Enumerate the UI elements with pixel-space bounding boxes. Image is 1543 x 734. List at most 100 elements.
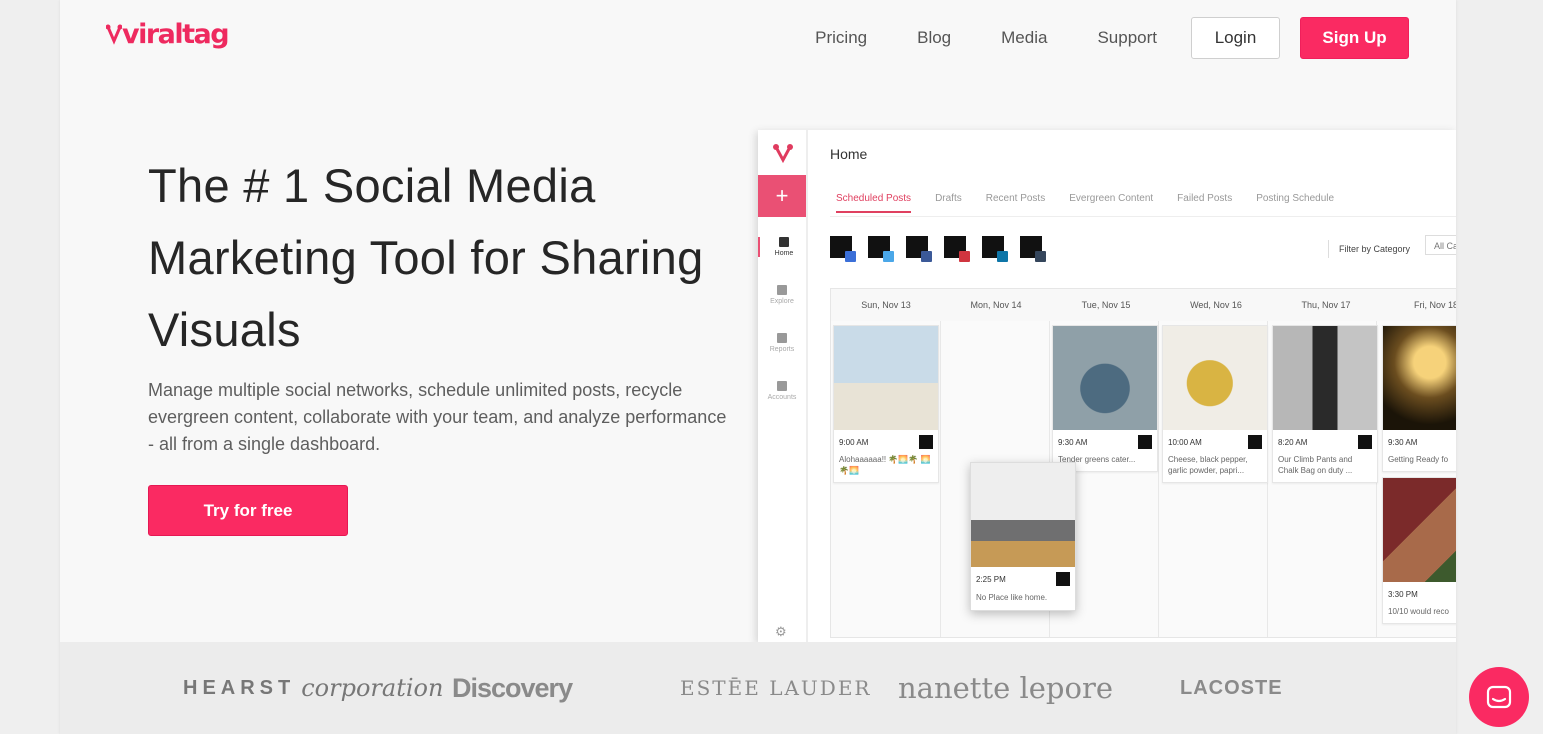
sidebar-item-explore[interactable]: Explore: [758, 285, 806, 305]
viraltag-logo[interactable]: viraltag: [106, 14, 230, 54]
hero-subtitle: Manage multiple social networks, schedul…: [148, 380, 727, 454]
pinterest-icon: [959, 251, 970, 262]
post-caption: 10/10 would reco: [1388, 607, 1449, 616]
tumblr-icon: [1035, 251, 1046, 262]
landing-page: viraltag Pricing Blog Media Support Logi…: [60, 0, 1456, 734]
post-image-van: [834, 326, 938, 430]
post-time: 9:00 AM: [839, 437, 869, 447]
day-header: Sun, Nov 13: [861, 300, 911, 310]
account-selector: [830, 236, 1058, 262]
hero-title: The # 1 Social Media Marketing Tool for …: [148, 159, 704, 356]
reports-icon: [777, 333, 787, 343]
hearst-wordmark: HEARST: [183, 676, 296, 699]
accounts-icon: [777, 381, 787, 391]
tab-posting-schedule[interactable]: Posting Schedule: [1256, 193, 1334, 213]
post-time: 2:25 PM: [976, 574, 1006, 584]
app-page-title: Home: [830, 146, 868, 162]
post-caption: Alohaaaaaa!! 🌴🌅🌴 🌅🌴🌅: [839, 455, 931, 475]
tab-scheduled-posts[interactable]: Scheduled Posts: [836, 193, 912, 213]
add-post-button[interactable]: +: [758, 175, 806, 217]
account-tumblr[interactable]: [1020, 236, 1046, 262]
sidebar-item-label: Reports: [769, 346, 795, 353]
scheduled-post-card[interactable]: 8:20 AM Our Climb Pants and Chalk Bag on…: [1272, 325, 1378, 483]
account-instagram[interactable]: [830, 236, 856, 262]
tab-evergreen-content[interactable]: Evergreen Content: [1069, 193, 1153, 213]
estee-lauder-logo: ESTĒE LAUDER: [680, 676, 872, 700]
tab-failed-posts[interactable]: Failed Posts: [1177, 193, 1232, 213]
scheduled-post-card[interactable]: 9:30 AM Tender greens cater...: [1052, 325, 1158, 472]
nanette-lepore-logo: nanette lepore: [898, 671, 1113, 705]
facebook-icon: [921, 251, 932, 262]
day-header: Fri, Nov 18: [1413, 300, 1456, 310]
tab-divider: [830, 216, 1456, 217]
chat-icon: [1486, 685, 1512, 709]
filter-label: Filter by Category: [1328, 240, 1410, 258]
scheduled-post-card[interactable]: 10:00 AM Cheese, black pepper, garlic po…: [1162, 325, 1268, 483]
twitter-icon: [883, 251, 894, 262]
calendar: Sun, Nov 13 Mon, Nov 14 Tue, Nov 15 Wed,…: [830, 288, 1456, 638]
logo-text: viraltag: [122, 18, 230, 50]
account-avatar-icon: [1138, 435, 1152, 449]
signup-button[interactable]: Sign Up: [1300, 17, 1409, 59]
linkedin-icon: [997, 251, 1008, 262]
dragged-post-card[interactable]: 2:25 PM No Place like home.: [970, 462, 1076, 611]
day-header: Mon, Nov 14: [970, 300, 1022, 310]
sidebar-item-label: Explore: [770, 298, 794, 305]
dashboard-preview: + Home Explore Reports Accounts ⚙ Home S…: [758, 130, 1456, 642]
logo-mark-icon: [106, 24, 122, 45]
lacoste-logo: LACOSTE: [1180, 676, 1283, 699]
post-time: 3:30 PM: [1388, 589, 1418, 599]
post-time: 9:30 AM: [1058, 437, 1088, 447]
discovery-logo: Discovery: [452, 672, 573, 703]
nav-media[interactable]: Media: [1001, 28, 1047, 48]
post-time: 9:30 AM: [1388, 437, 1418, 447]
sidebar-item-reports[interactable]: Reports: [758, 333, 806, 353]
nav-pricing[interactable]: Pricing: [815, 28, 867, 48]
account-linkedin[interactable]: [982, 236, 1008, 262]
account-twitter[interactable]: [868, 236, 894, 262]
account-facebook[interactable]: [906, 236, 932, 262]
post-caption: Our Climb Pants and Chalk Bag on duty ..…: [1278, 455, 1353, 475]
nav-support[interactable]: Support: [1097, 28, 1157, 48]
post-time: 8:20 AM: [1278, 437, 1308, 447]
app-logo-icon: [773, 144, 793, 164]
chat-launcher-button[interactable]: [1469, 667, 1529, 727]
post-time: 10:00 AM: [1168, 437, 1202, 447]
sidebar-item-label: Accounts: [767, 394, 797, 401]
day-header: Tue, Nov 15: [1081, 300, 1131, 310]
sidebar-item-accounts[interactable]: Accounts: [758, 381, 806, 401]
day-header: Thu, Nov 17: [1301, 300, 1351, 310]
post-image-food: [1163, 326, 1267, 430]
account-avatar-icon: [919, 435, 933, 449]
hearst-corporation: corporation: [301, 674, 444, 702]
tab-drafts[interactable]: Drafts: [935, 193, 962, 213]
scheduled-post-card[interactable]: 9:30 AM Getting Ready fo: [1382, 325, 1456, 472]
post-caption: Cheese, black pepper, garlic powder, pap…: [1168, 455, 1248, 475]
post-image-livingroom: [971, 463, 1075, 567]
login-button[interactable]: Login: [1191, 17, 1280, 59]
instagram-icon: [845, 251, 856, 262]
sidebar-item-home[interactable]: Home: [758, 237, 808, 257]
settings-gear-icon[interactable]: ⚙: [775, 624, 787, 640]
account-pinterest[interactable]: [944, 236, 970, 262]
category-filter-select[interactable]: All Ca: [1425, 235, 1456, 255]
post-image-sunset: [1383, 326, 1456, 430]
top-nav: Pricing Blog Media Support Login Sign Up: [815, 17, 1409, 59]
try-for-free-button[interactable]: Try for free: [148, 485, 348, 536]
nav-blog[interactable]: Blog: [917, 28, 951, 48]
post-image-street: [1273, 326, 1377, 430]
post-caption: No Place like home.: [976, 593, 1048, 602]
scheduled-post-card[interactable]: 3:30 PM 10/10 would reco: [1382, 477, 1456, 624]
hearst-logo: HEARST corporation: [183, 642, 443, 734]
client-logos-strip: HEARST corporation Discovery ESTĒE LAUDE…: [60, 642, 1456, 734]
app-tabs: Scheduled Posts Drafts Recent Posts Ever…: [836, 193, 1358, 213]
home-icon: [779, 237, 789, 247]
sidebar-item-label: Home: [774, 250, 794, 257]
app-sidebar: + Home Explore Reports Accounts ⚙: [758, 130, 808, 642]
post-image-portrait: [1383, 478, 1456, 582]
scheduled-post-card[interactable]: 9:00 AM Alohaaaaaa!! 🌴🌅🌴 🌅🌴🌅: [833, 325, 939, 483]
post-image-beanie: [1053, 326, 1157, 430]
tab-recent-posts[interactable]: Recent Posts: [986, 193, 1045, 213]
day-header: Wed, Nov 16: [1190, 300, 1242, 310]
explore-icon: [777, 285, 787, 295]
